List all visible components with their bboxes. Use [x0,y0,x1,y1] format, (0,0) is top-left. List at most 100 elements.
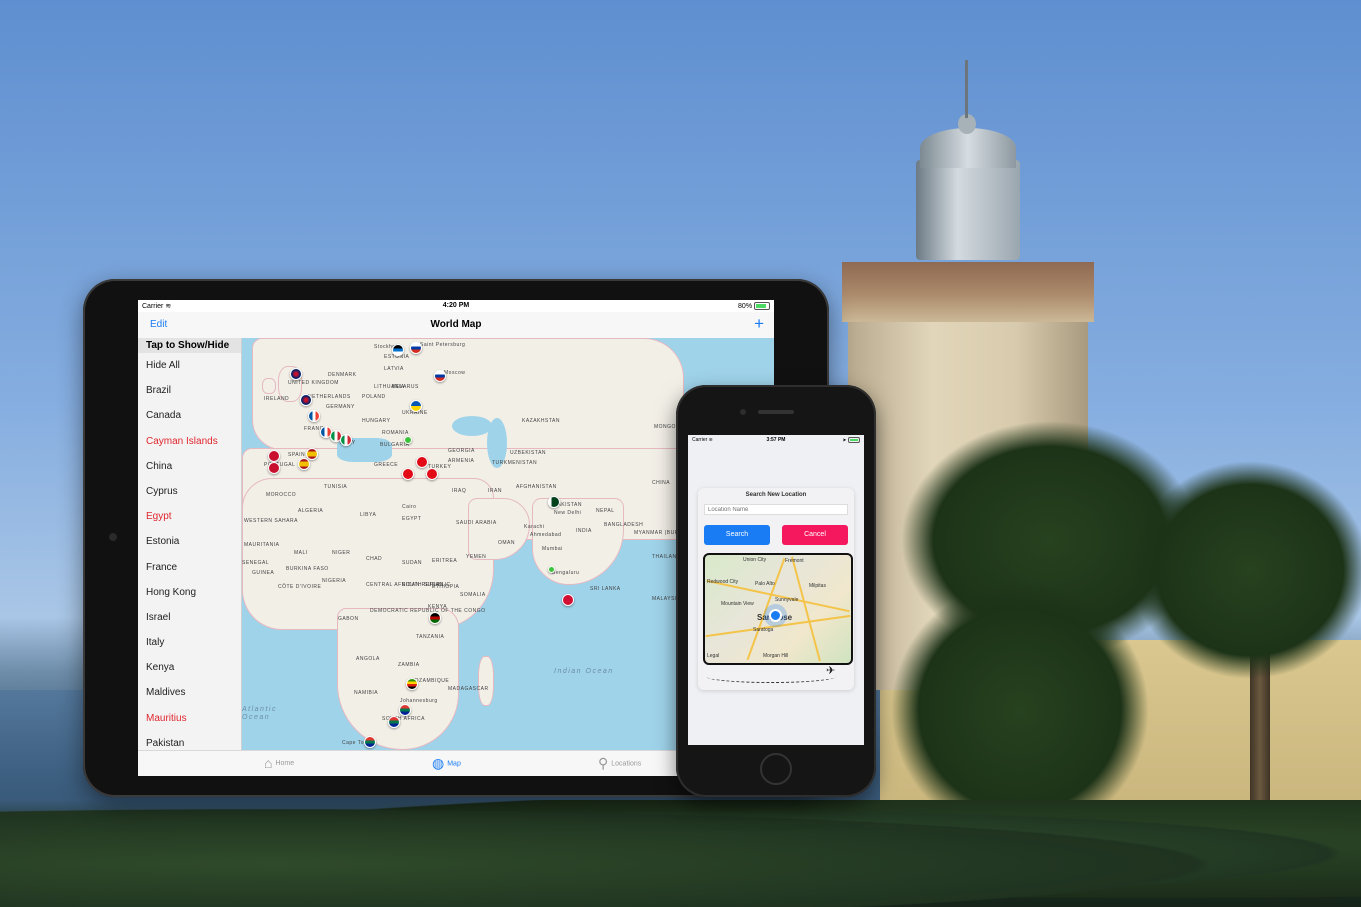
flag-pin-portugal[interactable] [268,450,280,462]
flag-pin-italy-2[interactable] [340,434,352,446]
map-label: Morgan Hill [763,653,789,659]
add-icon[interactable]: + [754,314,764,334]
map-label: UZBEKISTAN [510,450,547,456]
ocean-label: Atlantic Ocean [242,706,277,721]
iphone-camera [740,409,746,415]
iphone-device: Carrier ≋ 3:57 PM ➤ Search New Location … [676,385,876,797]
search-location-dialog: Search New Location Search Cancel Union … [698,488,854,690]
flag-pin-uk[interactable] [290,368,302,380]
list-item[interactable]: Cyprus [138,479,241,504]
flag-pin-spain[interactable] [306,448,318,460]
iphone-speaker [758,410,794,414]
map-label: NETHERLANDS [308,394,351,400]
list-item[interactable]: Estonia [138,529,241,554]
map-label: Karachi [524,524,545,530]
lighthouse-gallery [842,262,1094,322]
map-label: Sunnyvale [775,597,799,603]
cancel-button[interactable]: Cancel [782,525,848,545]
list-item[interactable]: Hide All [138,353,241,378]
map-label: INDIA [576,528,592,534]
map-label: Mountain View [721,601,754,607]
map-label: Ahmedabad [530,532,562,538]
map-label: UNITED KINGDOM [288,380,339,386]
flag-pin-maldives[interactable] [562,594,574,606]
lighthouse-lantern [916,160,1020,260]
flag-pin-kenya[interactable] [429,612,441,624]
map-label: TURKMENISTAN [492,460,538,466]
map-label: Saint Petersburg [420,342,466,348]
tab-map[interactable]: ◍ Map [432,755,461,772]
flag-pin-france[interactable] [308,410,320,422]
list-item[interactable]: Brazil [138,378,241,403]
land-madagascar [478,656,494,706]
map-label: Mumbai [542,546,563,552]
map-label: NIGER [332,550,351,556]
location-name-input[interactable] [704,504,848,515]
map-label: IRAN [488,488,502,494]
map-label: WESTERN SAHARA [244,518,298,524]
list-item[interactable]: Egypt [138,504,241,529]
map-label: TANZANIA [416,634,445,640]
map-label: BURKINA FASO [286,566,329,572]
map-label: GABON [338,616,359,622]
flag-pin-portugal-2[interactable] [268,462,280,474]
flag-pin-spain-2[interactable] [298,458,310,470]
palm-crown [1130,460,1361,680]
tab-locations[interactable]: ⚲ Locations [598,755,641,772]
list-item[interactable]: Kenya [138,655,241,680]
lighthouse-rod [965,60,968,118]
map-label: Cairo [402,504,417,510]
location-mini-map[interactable]: Union City Fremont Redwood City Palo Alt… [703,553,853,665]
map-label: GREECE [374,462,399,468]
list-item[interactable]: Canada [138,403,241,428]
map-label: EGYPT [402,516,422,522]
battery-icon [754,302,770,310]
land-ireland [262,378,276,394]
map-label: IRAQ [452,488,467,494]
map-label: SAUDI ARABIA [456,520,497,526]
flag-pin-turkey[interactable] [416,456,428,468]
tab-home[interactable]: ⌂ Home [264,755,294,771]
list-item[interactable]: Italy [138,630,241,655]
flag-pin-ukraine[interactable] [410,400,422,412]
map-dot-india[interactable] [548,566,555,573]
map-label: Fremont [785,558,804,564]
home-button[interactable] [760,753,792,785]
flight-path [706,670,836,683]
flag-pin-south-africa[interactable] [399,704,411,716]
home-icon: ⌂ [264,755,273,771]
search-button[interactable]: Search [704,525,770,545]
list-item[interactable]: Maldives [138,680,241,705]
flag-pin-pakistan[interactable] [548,496,560,508]
bushes-foreground [0,800,1361,907]
map-label: Saratoga [753,627,774,633]
map-label: CHINA [652,480,671,486]
map-label: Redwood City [707,579,739,585]
list-item[interactable]: France [138,555,241,580]
map-label: DENMARK [328,372,357,378]
list-item[interactable]: Mauritius [138,706,241,731]
list-item[interactable]: Hong Kong [138,580,241,605]
status-bar: Carrier ≋ 3:57 PM ➤ [688,435,864,445]
list-item[interactable]: Pakistan [138,731,241,750]
flag-pin-south-africa-2[interactable] [388,716,400,728]
flag-pin-russia-moscow[interactable] [434,370,446,382]
flag-pin-russia[interactable] [410,342,422,354]
flag-pin-cape-town[interactable] [364,736,376,748]
ipad-camera [109,533,117,541]
flag-pin-estonia[interactable] [392,344,404,356]
status-bar: Carrier ≋ 4:20 PM 80% [138,300,774,312]
flag-pin-uk-london[interactable] [300,394,312,406]
list-item[interactable]: China [138,454,241,479]
flag-pin-zimbabwe[interactable] [406,678,418,690]
iphone-screen: Carrier ≋ 3:57 PM ➤ Search New Location … [688,435,864,745]
ocean-label: Indian Ocean [554,668,614,675]
road [746,557,786,661]
list-item[interactable]: Israel [138,605,241,630]
map-label: ZAMBIA [398,662,420,668]
flag-pin-turkey-3[interactable] [402,468,414,480]
map-label: YEMEN [466,554,487,560]
flag-pin-turkey-2[interactable] [426,468,438,480]
map-dot-bulgaria[interactable] [404,436,412,444]
list-item[interactable]: Cayman Islands [138,429,241,454]
